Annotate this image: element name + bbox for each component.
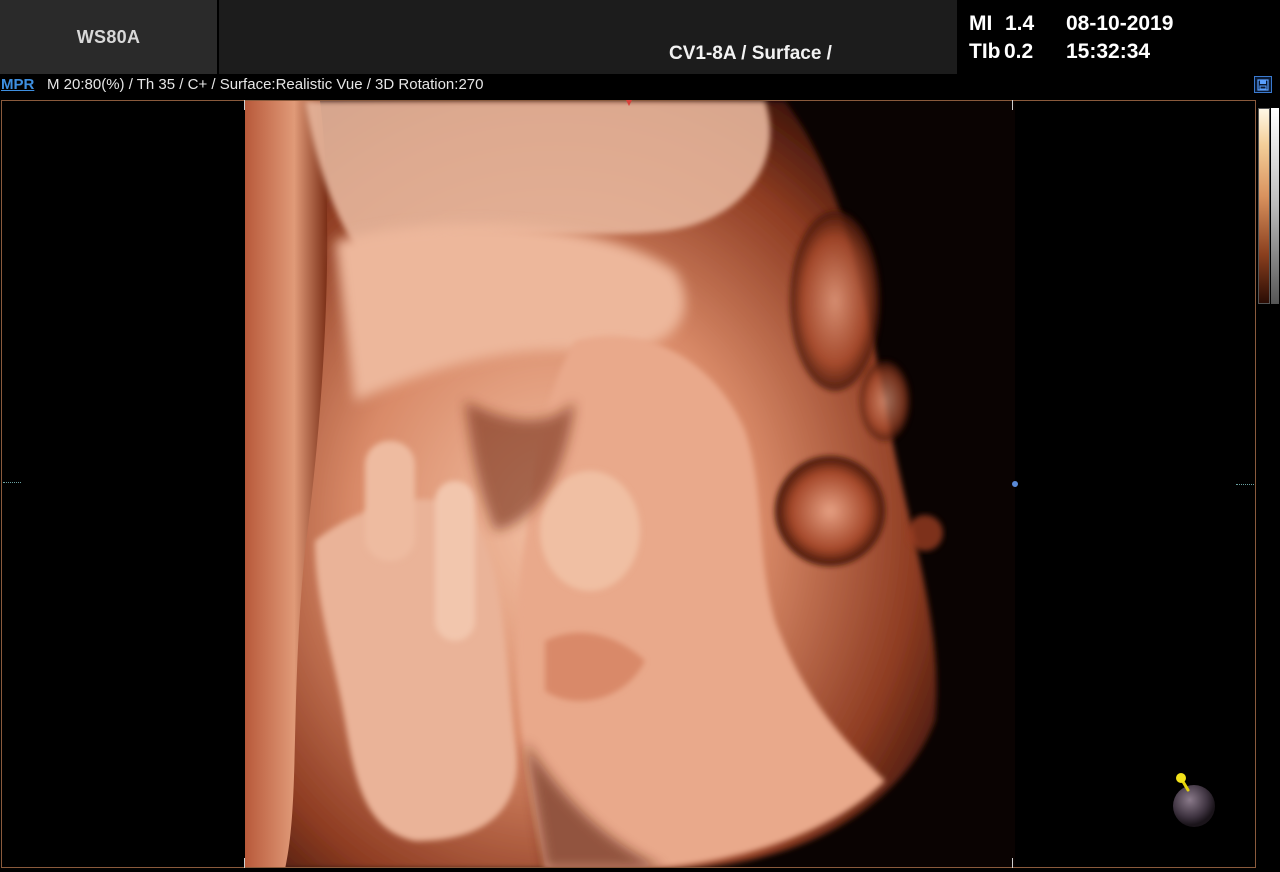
- render-viewport[interactable]: [1, 100, 1256, 868]
- light-source-control[interactable]: [1168, 770, 1220, 830]
- crop-tick-tl: [244, 100, 245, 110]
- crop-tick-bl: [244, 858, 245, 868]
- crop-tick-tr: [1012, 100, 1013, 110]
- device-model-panel: WS80A: [0, 0, 217, 74]
- render-params: M 20:80(%) / Th 35 / C+ / Surface:Realis…: [47, 76, 484, 93]
- exam-time: 15:32:34: [1066, 40, 1151, 63]
- probe-preset: CV1-8A / Surface /: [669, 43, 832, 64]
- mi-label: MI: [969, 12, 993, 35]
- 3d-volume-render: [245, 101, 1015, 867]
- save-button[interactable]: [1254, 76, 1272, 93]
- right-edge-marker: [1236, 484, 1254, 485]
- mi-value: 1.4: [1005, 12, 1035, 35]
- brightness-scale: [1271, 108, 1279, 304]
- crop-tick-br: [1012, 858, 1013, 868]
- save-icon: [1257, 78, 1269, 91]
- tib-label: TIb: [969, 40, 1001, 63]
- header-info-panel: [219, 0, 957, 74]
- center-dot-marker: [1012, 481, 1018, 487]
- tib-value: 0.2: [1004, 40, 1034, 63]
- mpr-mode-link[interactable]: MPR: [1, 76, 34, 93]
- device-model: WS80A: [76, 26, 141, 47]
- exam-date: 08-10-2019: [1066, 12, 1174, 35]
- light-source-icon: [1173, 773, 1215, 827]
- top-center-marker: [626, 100, 632, 106]
- left-edge-marker: [3, 482, 21, 483]
- render-color-scale: [1258, 108, 1270, 304]
